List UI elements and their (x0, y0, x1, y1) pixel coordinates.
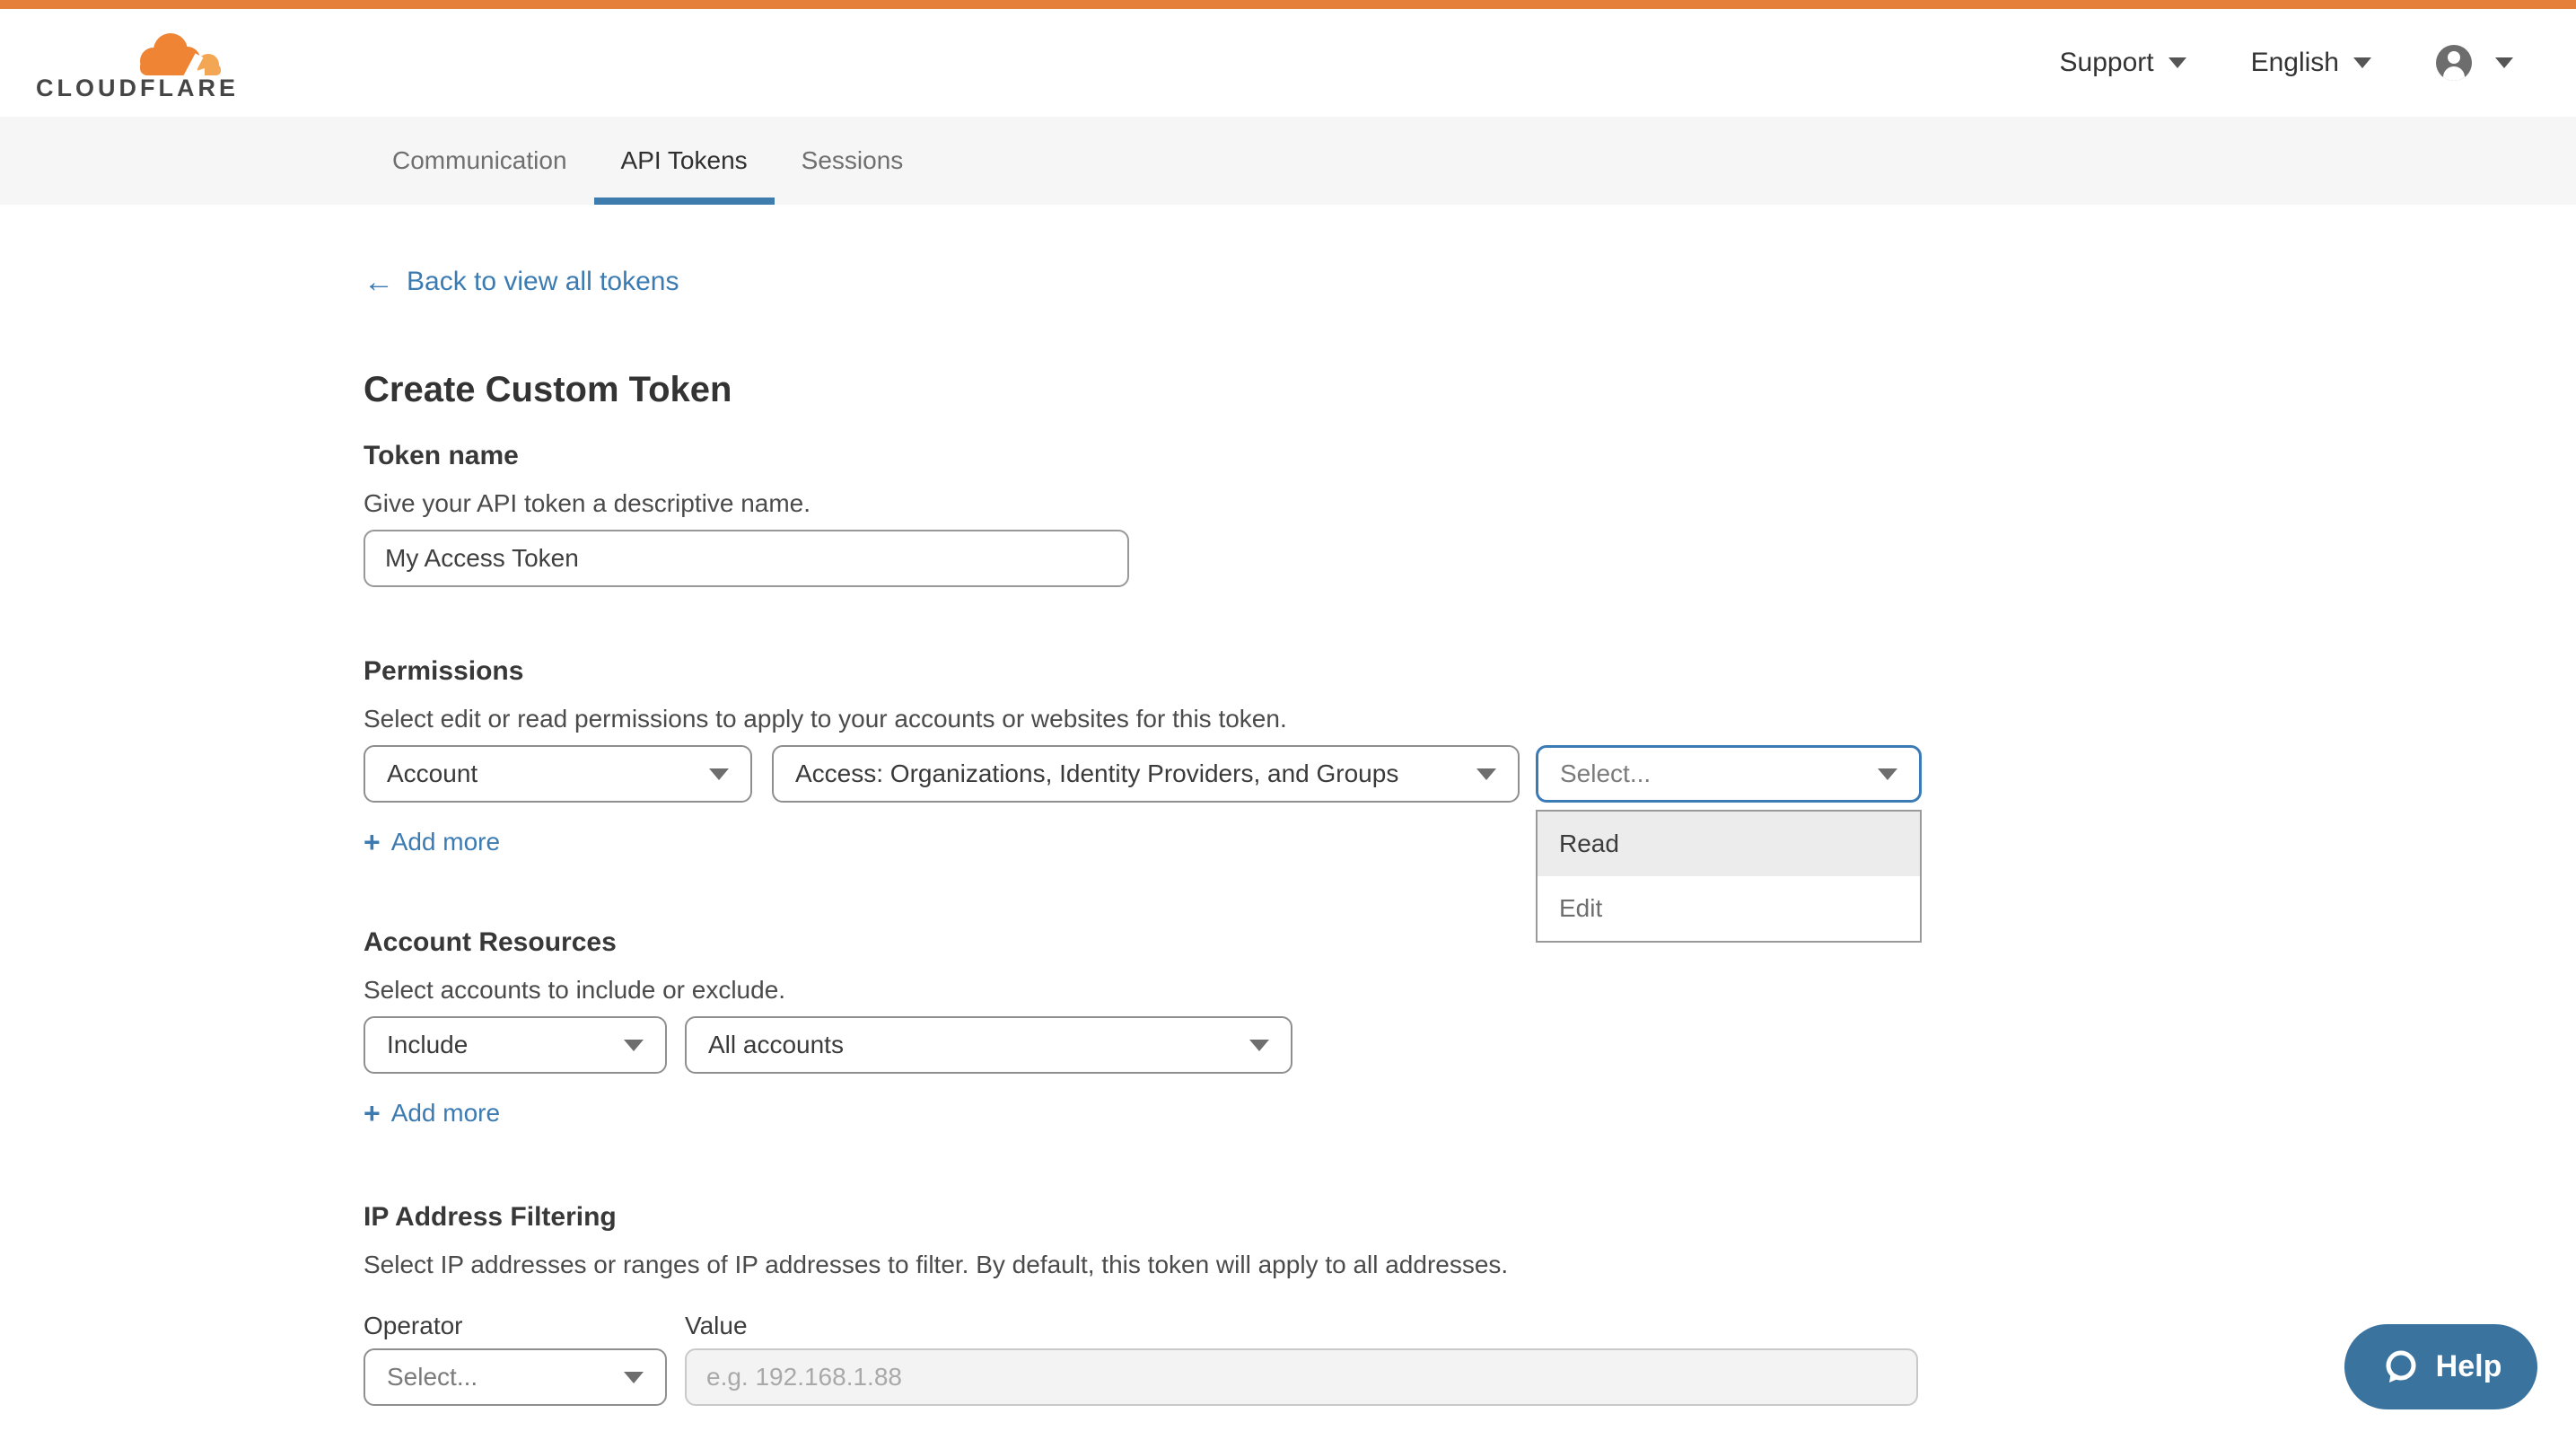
operator-label: Operator (364, 1311, 685, 1341)
user-avatar-icon (2436, 45, 2472, 81)
page-title: Create Custom Token (364, 368, 2212, 411)
chevron-down-icon (1476, 768, 1496, 780)
permission-access-select[interactable]: Select... (1536, 745, 1922, 803)
permission-scope-value: Account (387, 759, 478, 788)
resource-target-select[interactable]: All accounts (685, 1016, 1292, 1074)
language-menu-label: English (2251, 48, 2339, 78)
ip-operator-placeholder: Select... (387, 1363, 478, 1391)
value-label: Value (685, 1311, 748, 1341)
chevron-down-icon (2495, 57, 2513, 68)
plus-icon: + (364, 826, 381, 858)
tab-sessions[interactable]: Sessions (775, 117, 931, 205)
permission-group-value: Access: Organizations, Identity Provider… (795, 759, 1398, 788)
chevron-down-icon (1878, 768, 1897, 780)
cloudflare-cloud-icon (129, 27, 224, 79)
back-link-label: Back to view all tokens (407, 266, 679, 298)
ip-filtering-row: Select... (364, 1348, 2212, 1406)
left-arrow-icon: ← (364, 266, 394, 298)
language-menu[interactable]: English (2251, 48, 2371, 78)
ip-operator-select[interactable]: Select... (364, 1348, 667, 1406)
permissions-add-more-link[interactable]: + Add more (364, 826, 500, 858)
resource-mode-value: Include (387, 1031, 468, 1059)
back-to-tokens-link[interactable]: ← Back to view all tokens (364, 266, 679, 298)
support-menu-label: Support (2060, 48, 2154, 78)
account-resources-description: Select accounts to include or exclude. (364, 975, 2212, 1005)
permissions-description: Select edit or read permissions to apply… (364, 704, 2212, 734)
help-button-label: Help (2436, 1349, 2502, 1384)
chevron-down-icon (2169, 57, 2186, 68)
account-menu[interactable] (2436, 45, 2513, 81)
permission-group-select[interactable]: Access: Organizations, Identity Provider… (772, 745, 1520, 803)
ip-filtering-heading: IP Address Filtering (364, 1201, 2212, 1233)
permissions-row: Account Access: Organizations, Identity … (364, 745, 2212, 803)
chevron-down-icon (624, 1372, 644, 1383)
tab-api-tokens[interactable]: API Tokens (594, 117, 775, 205)
account-resources-add-more-link[interactable]: + Add more (364, 1097, 500, 1129)
chevron-down-icon (2353, 57, 2371, 68)
cloudflare-logo[interactable]: CLOUDFLARE (36, 20, 229, 106)
app-header: CLOUDFLARE Support English (0, 9, 2576, 117)
ip-value-input[interactable] (685, 1348, 1918, 1406)
resource-mode-select[interactable]: Include (364, 1016, 667, 1074)
token-name-input[interactable] (364, 530, 1129, 587)
chevron-down-icon (1249, 1040, 1269, 1051)
cloudflare-logo-text: CLOUDFLARE (36, 75, 239, 102)
chevron-down-icon (709, 768, 729, 780)
access-option-edit[interactable]: Edit (1538, 876, 1920, 941)
resource-target-value: All accounts (708, 1031, 844, 1059)
account-resources-row: Include All accounts (364, 1016, 2212, 1074)
ip-filtering-description: Select IP addresses or ranges of IP addr… (364, 1250, 2212, 1280)
permission-access-placeholder: Select... (1560, 759, 1651, 788)
support-menu[interactable]: Support (2060, 48, 2186, 78)
token-name-heading: Token name (364, 440, 2212, 472)
access-dropdown-menu: Read Edit (1536, 810, 1922, 943)
chevron-down-icon (624, 1040, 644, 1051)
permissions-heading: Permissions (364, 655, 2212, 688)
token-name-description: Give your API token a descriptive name. (364, 488, 2212, 519)
permission-scope-select[interactable]: Account (364, 745, 752, 803)
speech-bubble-icon (2380, 1347, 2422, 1388)
account-resources-add-more-label: Add more (391, 1097, 500, 1129)
plus-icon: + (364, 1097, 381, 1129)
tab-communication[interactable]: Communication (365, 117, 594, 205)
account-resources-heading: Account Resources (364, 926, 2212, 959)
ip-filtering-labels: Operator Value (364, 1311, 2212, 1341)
profile-tab-bar: Communication API Tokens Sessions (0, 117, 2576, 205)
permissions-add-more-label: Add more (391, 826, 500, 858)
brand-top-bar (0, 0, 2576, 9)
help-button[interactable]: Help (2344, 1324, 2537, 1409)
main-content: ← Back to view all tokens Create Custom … (0, 205, 2576, 1406)
access-option-read[interactable]: Read (1538, 812, 1920, 876)
